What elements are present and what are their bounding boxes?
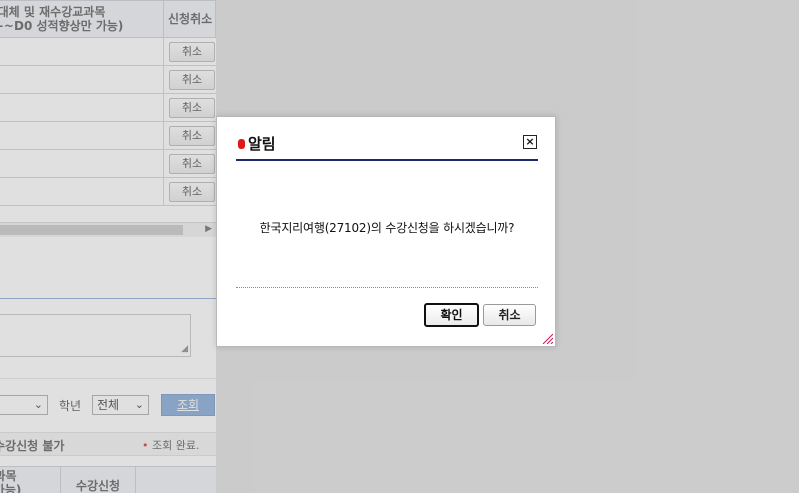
alert-dialog: 알림 × 한국지리여행(27102)의 수강신청을 하시겠습니까? 확인 취소: [216, 116, 556, 347]
cancel-button[interactable]: 취소: [483, 304, 536, 326]
bullet-icon: [238, 139, 245, 149]
confirm-button[interactable]: 확인: [424, 303, 479, 327]
close-icon[interactable]: ×: [523, 135, 537, 149]
resize-grip-icon[interactable]: [541, 332, 553, 344]
dialog-divider: [236, 287, 538, 288]
dialog-header: 알림 ×: [236, 131, 538, 161]
dialog-message: 한국지리여행(27102)의 수강신청을 하시겠습니까?: [259, 221, 515, 235]
dialog-title: 알림: [248, 135, 276, 153]
